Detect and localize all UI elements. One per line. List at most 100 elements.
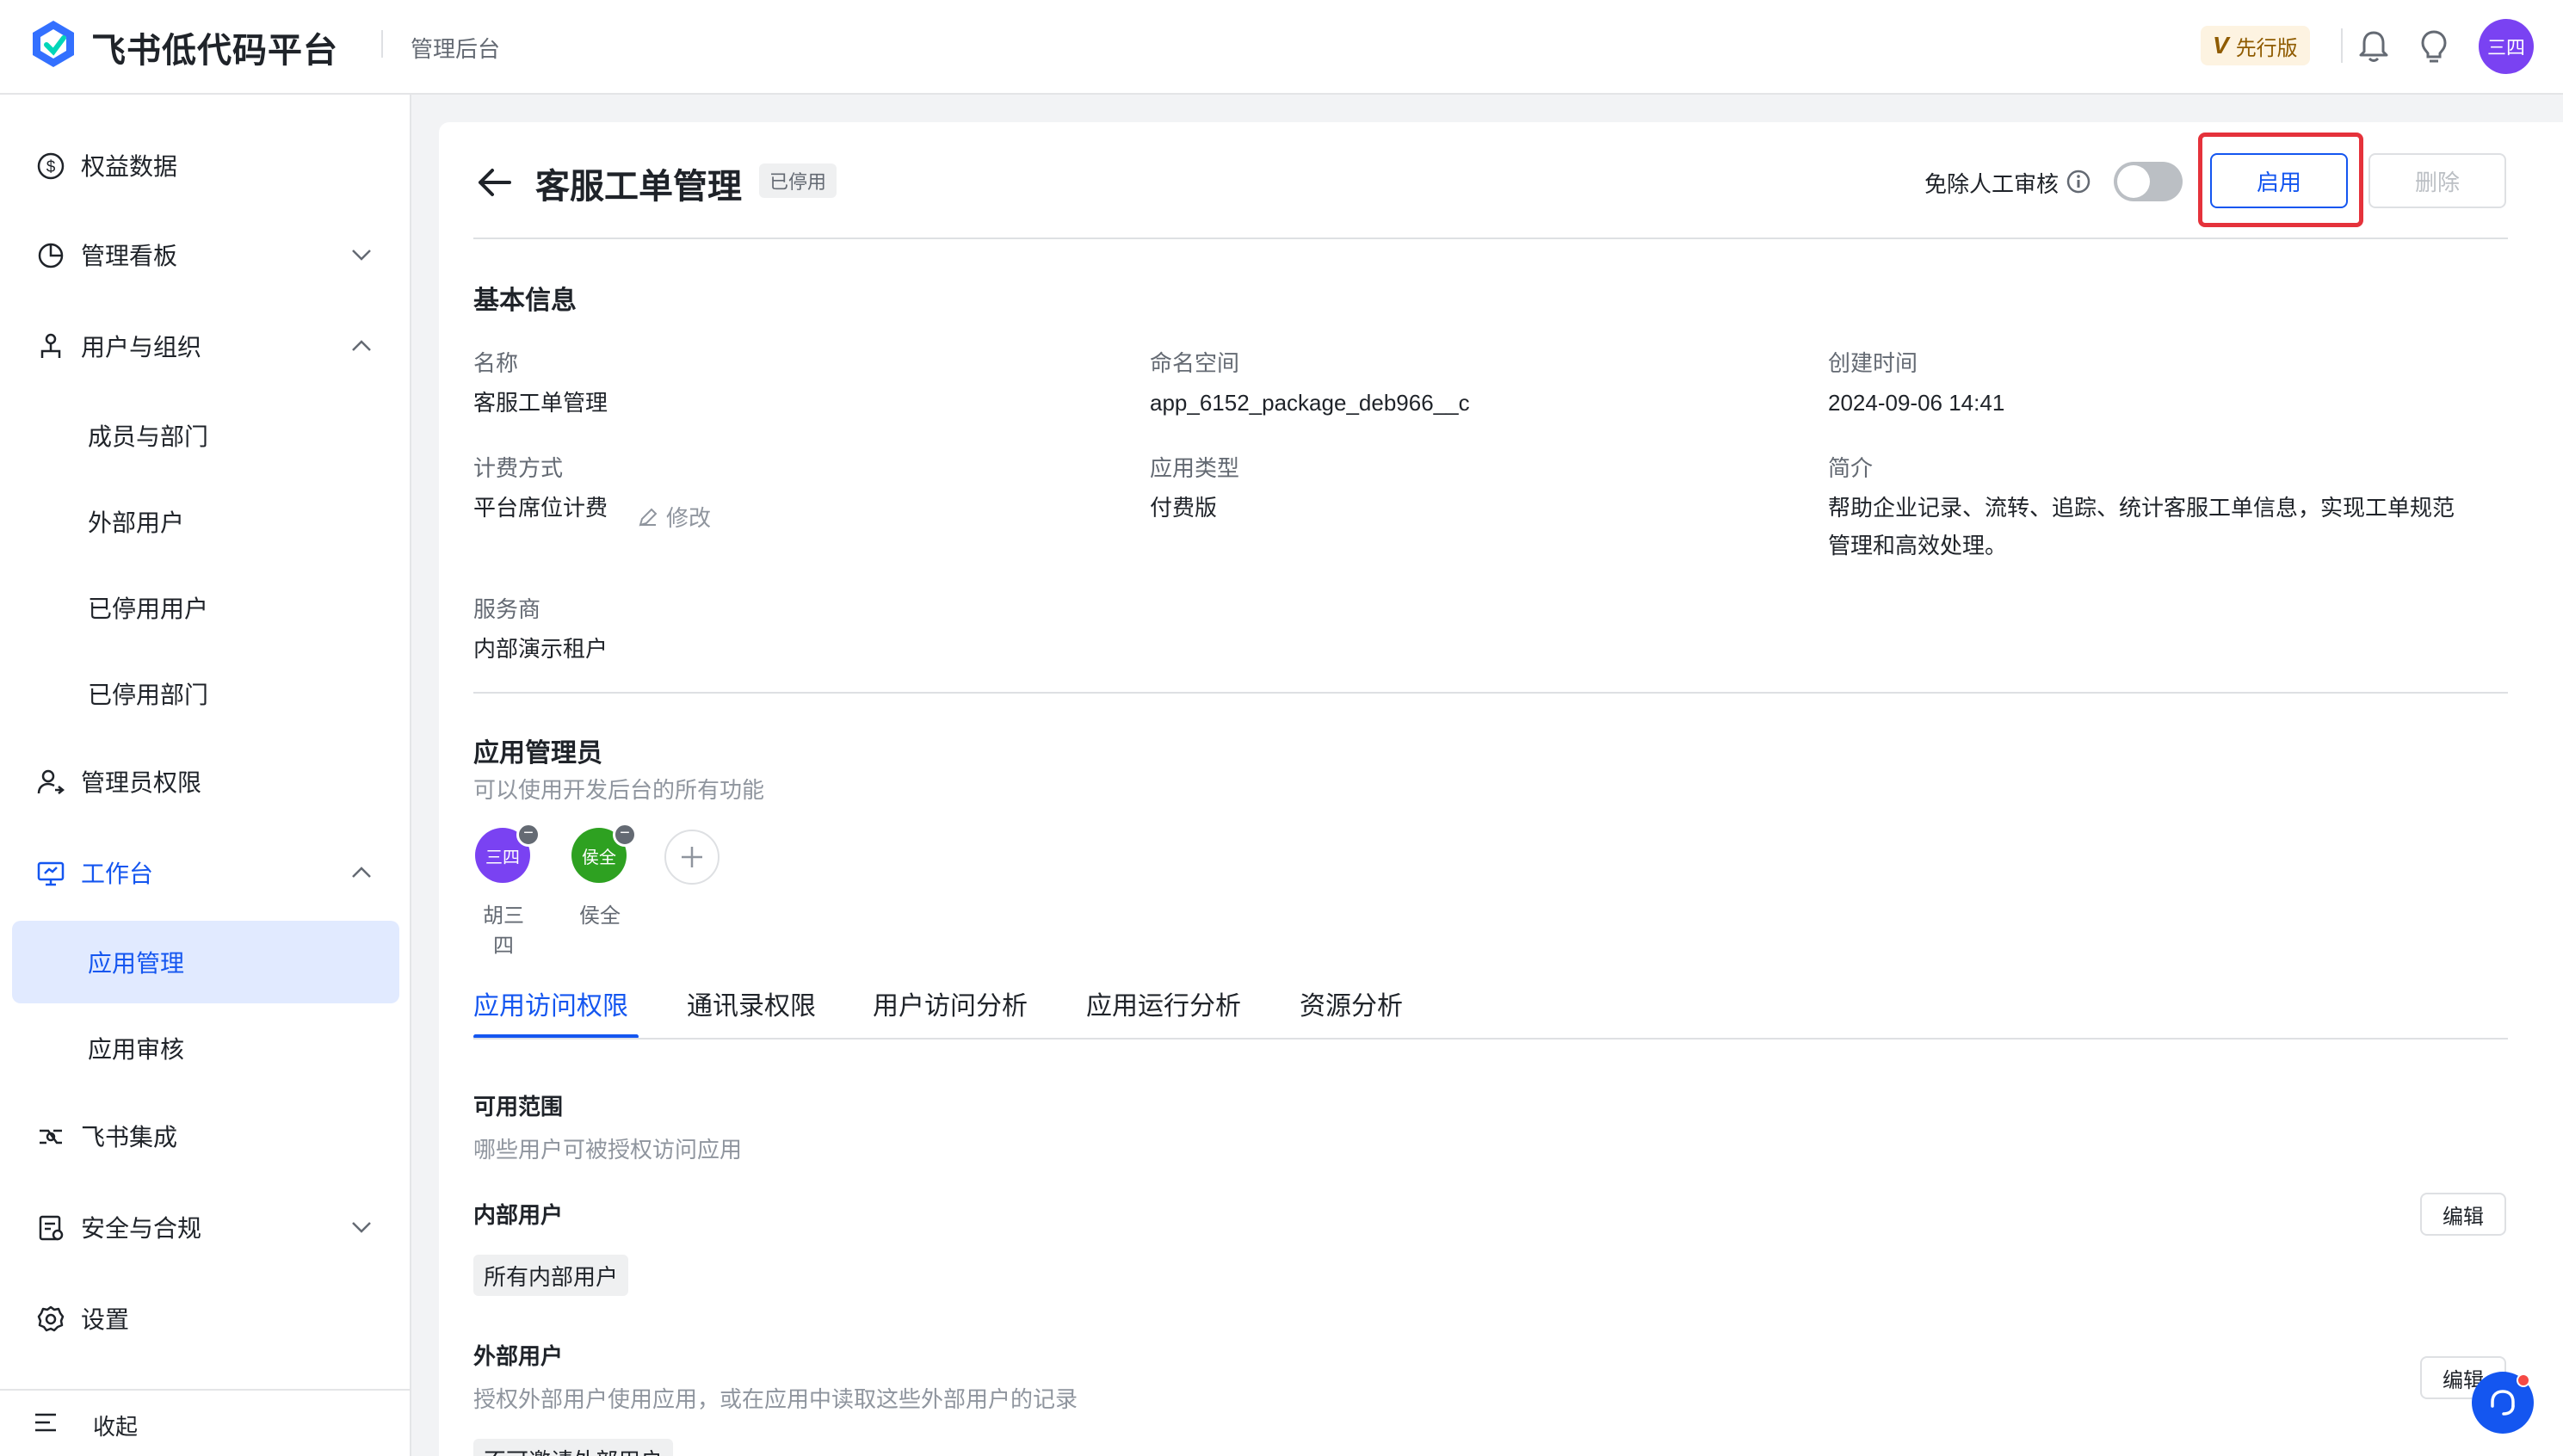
header-divider [381, 30, 383, 58]
admins-desc: 可以使用开发后台的所有功能 [473, 777, 765, 803]
sidebar-item-admin-permissions[interactable]: 管理员权限 [12, 740, 399, 823]
app-logo-icon [33, 21, 74, 67]
bell-icon[interactable] [2355, 28, 2393, 65]
tab-app-access[interactable]: 应用访问权限 [473, 984, 628, 1022]
sidebar-item-label: 外部用户 [88, 509, 185, 536]
remove-admin-icon[interactable]: − [613, 823, 637, 847]
collapse-label: 收起 [93, 1414, 139, 1440]
lightbulb-icon[interactable] [2415, 28, 2453, 65]
name-label: 名称 [473, 350, 519, 376]
exempt-review-label: 免除人工审核 [1924, 171, 2060, 197]
billing-edit-link[interactable]: 修改 [637, 501, 711, 533]
external-users-title: 外部用户 [473, 1343, 564, 1369]
plus-icon [682, 847, 702, 867]
headset-icon [2491, 1390, 2515, 1416]
shield-icon [39, 1215, 64, 1241]
gear-icon [37, 1305, 65, 1332]
namespace-label: 命名空间 [1150, 350, 1240, 376]
plan-badge[interactable]: V 先行版 [2201, 26, 2310, 65]
admin-user-icon [37, 769, 65, 794]
chevron-down-icon [352, 250, 371, 261]
tab-user-access-analysis[interactable]: 用户访问分析 [873, 984, 1028, 1022]
scope-title: 可用范围 [473, 1094, 564, 1120]
tab-contacts-permission[interactable]: 通讯录权限 [687, 984, 816, 1022]
admins-title: 应用管理员 [473, 739, 602, 768]
header-divider-right [2341, 28, 2343, 63]
enable-button[interactable]: 启用 [2210, 153, 2348, 208]
app-type-value: 付费版 [1150, 495, 1218, 521]
sidebar-item-dashboard[interactable]: 管理看板 [12, 213, 399, 296]
tab-app-runtime-analysis[interactable]: 应用运行分析 [1086, 984, 1241, 1022]
pencil-icon [639, 508, 658, 526]
back-arrow-icon[interactable] [473, 165, 515, 200]
external-users-desc: 授权外部用户使用应用，或在应用中读取这些外部用户的记录 [473, 1386, 1078, 1412]
sidebar-item-workbench[interactable]: 工作台 [12, 831, 399, 914]
sidebar-item-label: 应用审核 [88, 1036, 185, 1063]
sidebar-item-label: 管理员权限 [81, 769, 202, 796]
sidebar-item-members-depts[interactable]: 成员与部门 [12, 394, 399, 477]
sidebar-item-label: 已停用用户 [88, 595, 209, 622]
dollar-circle-icon: $ [37, 152, 65, 180]
sidebar-item-settings[interactable]: 设置 [12, 1277, 399, 1360]
header-subtitle: 管理后台 [411, 36, 501, 62]
collapse-menu-icon [35, 1413, 56, 1432]
billing-edit-label: 修改 [666, 505, 712, 531]
app-type-label: 应用类型 [1150, 455, 1240, 481]
delete-button[interactable]: 删除 [2368, 153, 2506, 208]
monitor-icon [37, 861, 65, 886]
sidebar-item-label: 工作台 [81, 861, 154, 887]
sidebar-item-feishu-integration[interactable]: 飞书集成 [12, 1095, 399, 1177]
top-header: 飞书低代码平台 管理后台 V 先行版 三四 [0, 0, 2563, 95]
sidebar-item-label: 应用管理 [88, 950, 185, 977]
intro-value-line2: 管理和高效处理。 [1828, 533, 2008, 558]
pie-chart-icon [38, 243, 64, 268]
page-title: 客服工单管理 [535, 168, 742, 206]
exempt-review-toggle[interactable] [2114, 162, 2183, 201]
svg-text:$: $ [46, 158, 56, 176]
remove-admin-icon[interactable]: − [516, 823, 540, 847]
intro-label: 简介 [1828, 455, 1874, 481]
sidebar-item-disabled-depts[interactable]: 已停用部门 [12, 652, 399, 735]
provider-label: 服务商 [473, 596, 541, 622]
status-badge: 已停用 [759, 163, 837, 198]
sidebar-item-label: 设置 [81, 1306, 130, 1333]
intro-value-line1: 帮助企业记录、流转、追踪、统计客服工单信息，实现工单规范 [1828, 495, 2455, 521]
created-label: 创建时间 [1828, 350, 1918, 376]
created-value: 2024-09-06 14:41 [1828, 390, 2005, 416]
plan-badge-label: 先行版 [2235, 36, 2298, 60]
main-panel: 客服工单管理 已停用 免除人工审核 启用 删除 基本信息 名称 客服工单管理 命… [439, 122, 2563, 1456]
sidebar-item-app-management[interactable]: 应用管理 [12, 921, 399, 1003]
sidebar-item-benefits-data[interactable]: $ 权益数据 [12, 124, 399, 207]
divider [473, 238, 2508, 239]
sidebar-item-external-users[interactable]: 外部用户 [12, 480, 399, 563]
sidebar-item-label: 权益数据 [81, 153, 178, 180]
sidebar-item-disabled-users[interactable]: 已停用用户 [12, 566, 399, 649]
notification-dot [2517, 1373, 2530, 1387]
sidebar-item-label: 安全与合规 [81, 1215, 202, 1242]
basic-info-title: 基本信息 [473, 287, 577, 315]
plan-badge-letter: V [2213, 32, 2229, 59]
info-icon[interactable] [2066, 169, 2091, 194]
scope-desc: 哪些用户可被授权访问应用 [473, 1137, 743, 1163]
sidebar-item-app-review[interactable]: 应用审核 [12, 1007, 399, 1089]
sidebar-item-label: 管理看板 [81, 243, 178, 269]
integration-icon [40, 1129, 62, 1144]
internal-users-title: 内部用户 [473, 1202, 564, 1228]
chevron-up-icon [352, 867, 371, 878]
admin-name: 胡三四 [483, 904, 524, 958]
tab-resource-analysis[interactable]: 资源分析 [1300, 984, 1403, 1022]
add-admin-button[interactable] [664, 830, 719, 885]
help-service-button[interactable] [2472, 1372, 2534, 1434]
sidebar-item-users-org[interactable]: 用户与组织 [12, 305, 399, 387]
billing-value: 平台席位计费 [473, 495, 608, 521]
sidebar-collapse-button[interactable]: 收起 [0, 1389, 410, 1456]
sidebar-item-label: 已停用部门 [88, 682, 209, 708]
user-avatar[interactable]: 三四 [2479, 19, 2534, 74]
sidebar-item-label: 用户与组织 [81, 334, 202, 361]
sidebar: $ 权益数据 管理看板 用户与组织 成员与部门 外部用户 已停用用户 已停用部门… [0, 95, 411, 1456]
admin-name: 侯全 [579, 904, 621, 928]
divider [473, 692, 2508, 694]
sidebar-item-security-compliance[interactable]: 安全与合规 [12, 1186, 399, 1268]
name-value: 客服工单管理 [473, 390, 608, 416]
edit-internal-users-button[interactable]: 编辑 [2420, 1193, 2506, 1236]
